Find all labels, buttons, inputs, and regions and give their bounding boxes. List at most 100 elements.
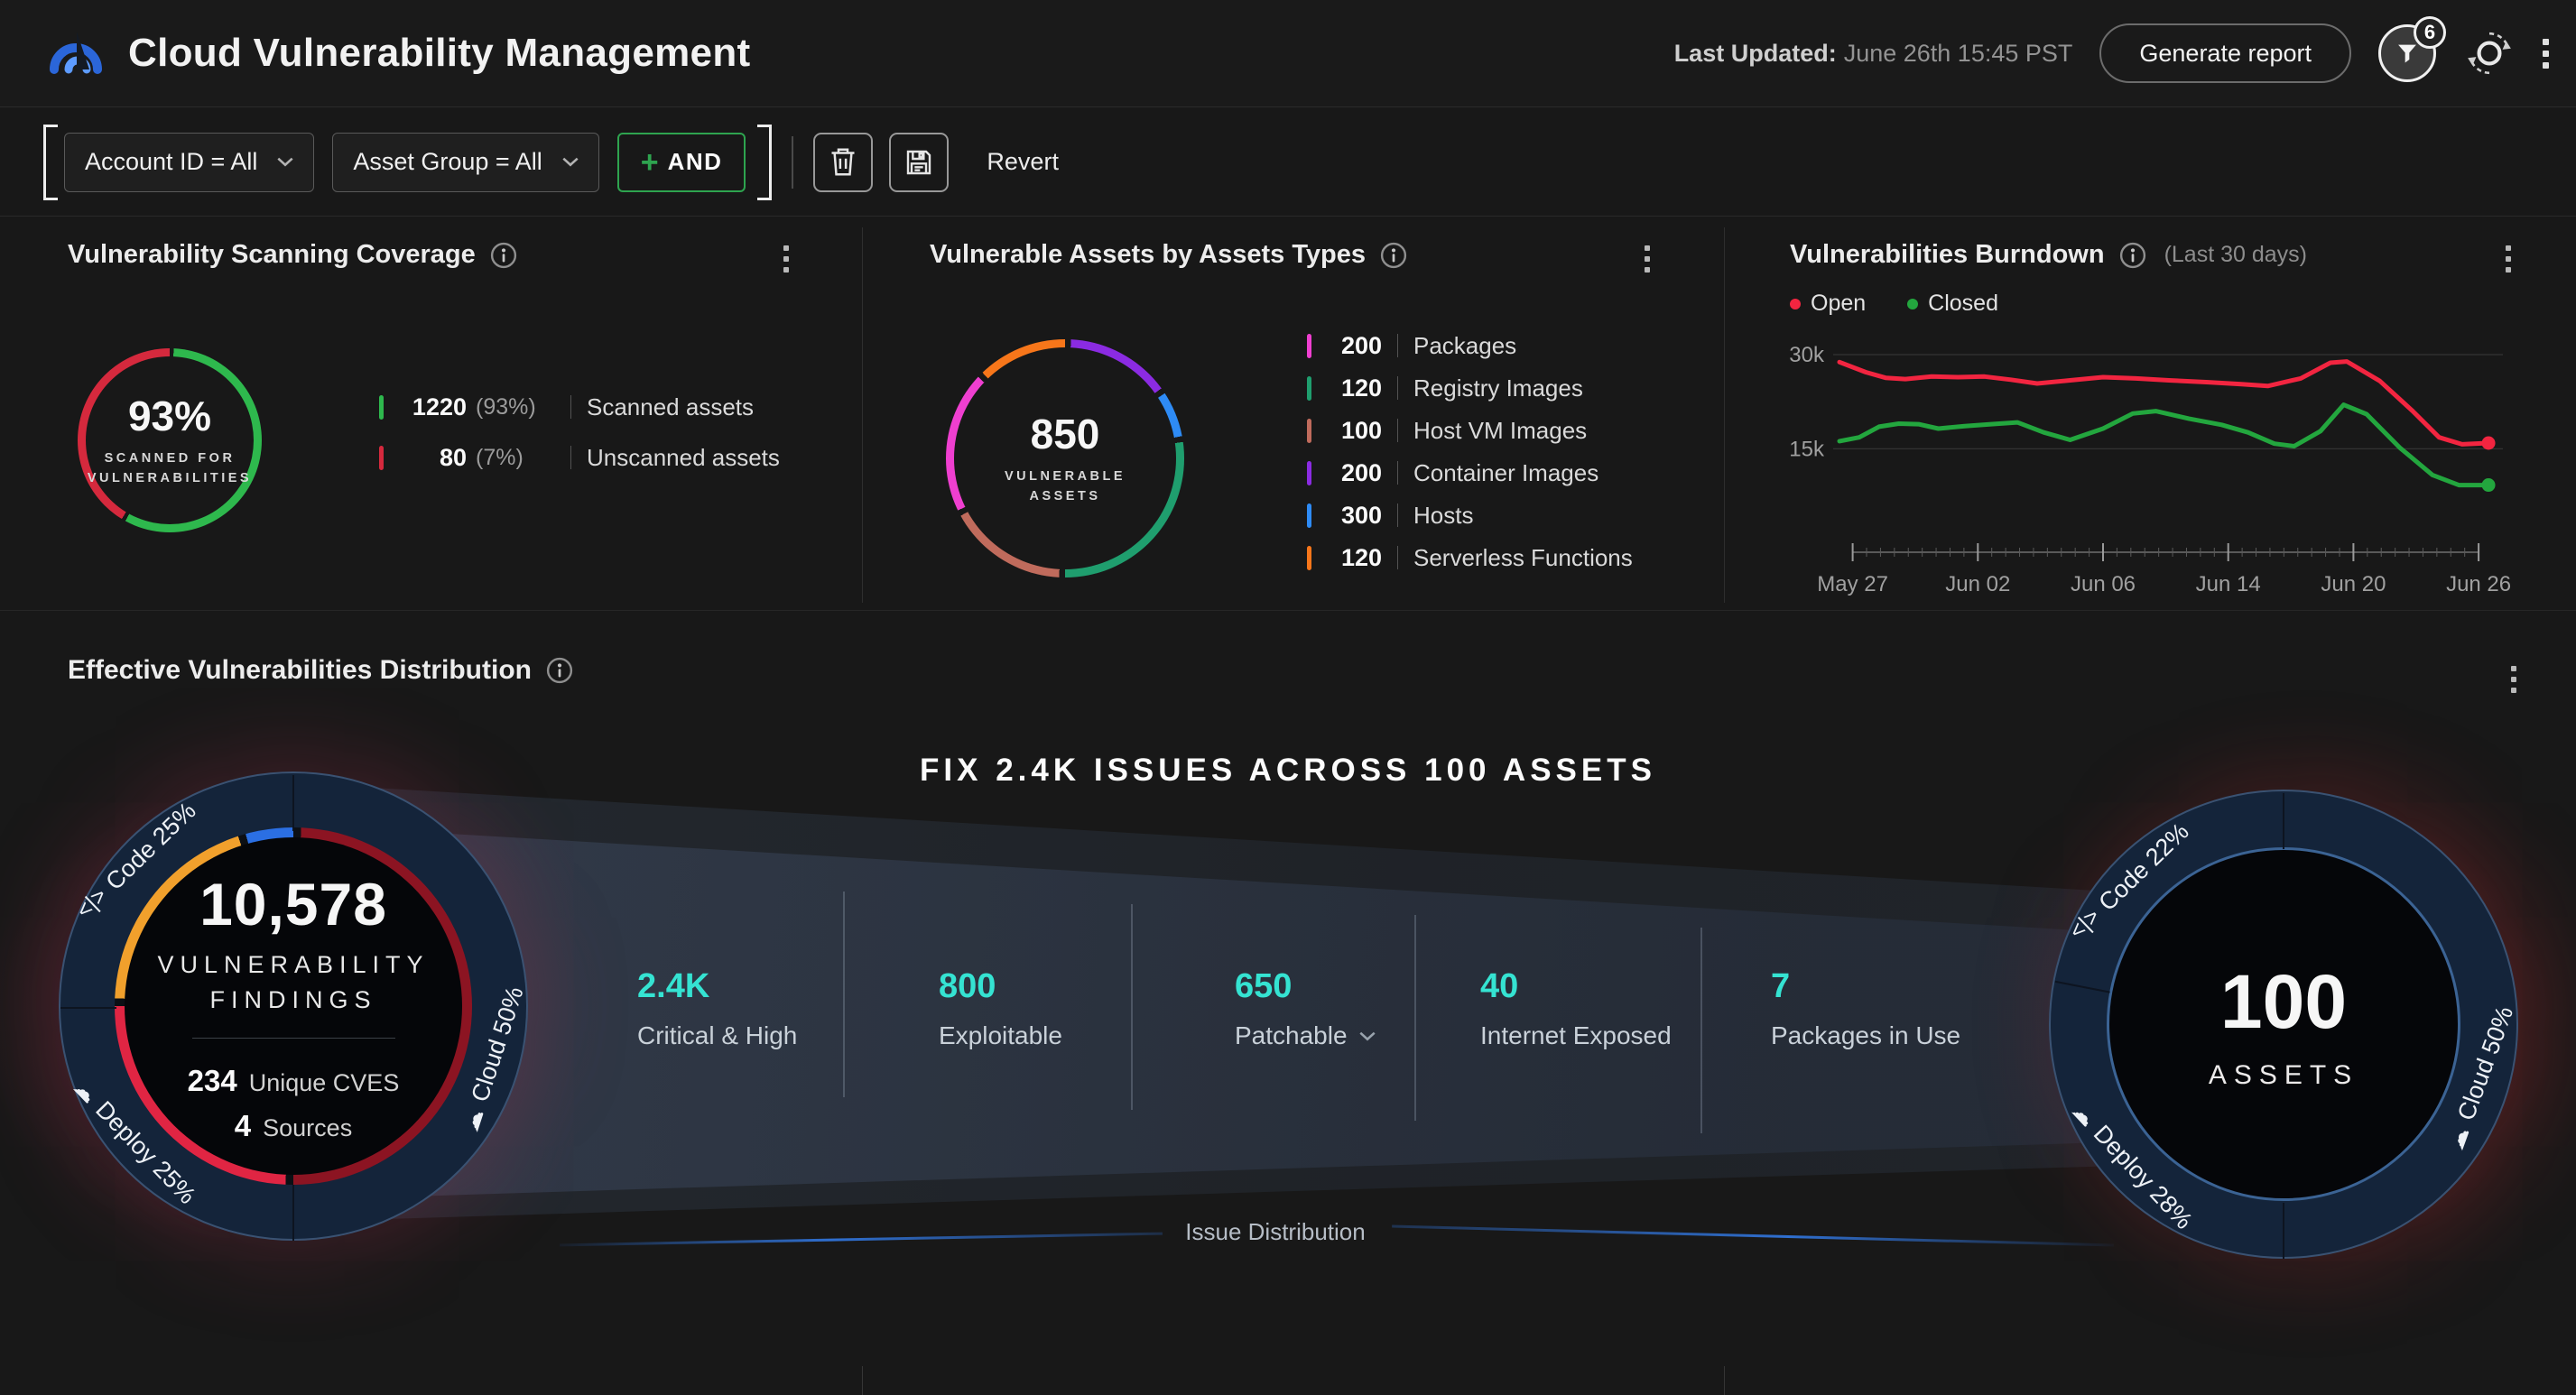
vulnerability-findings-gauge: 10,578 VULNERABILITY FINDINGS 234 Unique…: [59, 771, 528, 1241]
stat-label: Critical & High: [637, 1021, 797, 1050]
stat-value: 800: [939, 967, 1062, 1006]
legend-color-bar: [1307, 503, 1311, 528]
asset-types-donut: 850 VULNERABLE ASSETS: [946, 339, 1184, 577]
funnel-stat-exploitable: 800Exploitable: [939, 967, 1062, 1050]
filter-button[interactable]: 6: [2378, 24, 2436, 82]
chevron-down-icon: [562, 157, 579, 167]
funnel-stat-divider: [1414, 915, 1416, 1121]
cloud-vulnerability-dashboard: Cloud Vulnerability Management Last Upda…: [0, 0, 2576, 1395]
funnel-stat-critical-high: 2.4K Critical & High: [637, 967, 797, 1050]
svg-text:Jun 20: Jun 20: [2321, 572, 2386, 596]
stat-value: 650: [1235, 967, 1376, 1006]
legend-item[interactable]: 200Packages: [1307, 332, 1633, 359]
legend-item[interactable]: 80(7%)Unscanned assets: [379, 444, 780, 471]
findings-count: 10,578: [199, 870, 387, 938]
stat-value: 2.4K: [637, 967, 797, 1006]
legend-color-bar: [1307, 419, 1311, 443]
burndown-range-label: (Last 30 days): [2164, 242, 2307, 268]
generate-report-button[interactable]: Generate report: [2099, 23, 2351, 83]
bracket-left-decoration: [43, 125, 55, 200]
info-icon[interactable]: [1380, 242, 1407, 269]
svg-text:Jun 02: Jun 02: [1945, 572, 2010, 596]
legend-dot: [1790, 299, 1801, 309]
asset-types-menu[interactable]: [1645, 245, 1650, 273]
filter-chip-dropdown[interactable]: Asset Group = All: [332, 133, 598, 192]
panel-divider: [862, 227, 863, 603]
panel-title-asset-types: Vulnerable Assets by Assets Types: [930, 240, 1407, 270]
delete-filters-button[interactable]: [813, 133, 873, 192]
chevron-down-icon: [1359, 1031, 1376, 1041]
burndown-legend-item[interactable]: Closed: [1907, 291, 1998, 317]
asset-types-legend: 200Packages 120Registry Images 100Host VM …: [1307, 332, 1633, 587]
burndown-chart: 30k15kMay 27Jun 02Jun 06Jun 14Jun 20Jun …: [1790, 328, 2530, 598]
funnel-stat-divider: [843, 892, 845, 1097]
funnel-stat-internet-exposed: 40 Internet Exposed: [1480, 967, 1672, 1050]
filter-chip-dropdown[interactable]: Account ID = All: [64, 133, 314, 192]
refresh-button[interactable]: [2463, 27, 2516, 79]
funnel-stat-patchable[interactable]: 650 Patchable: [1235, 967, 1376, 1050]
panel-divider: [1724, 227, 1725, 603]
chevron-down-icon: [277, 157, 293, 167]
cloud-icon: ☁: [68, 1074, 103, 1109]
issue-distribution-label: Issue Distribution: [1163, 1218, 1388, 1246]
legend-dot: [1907, 299, 1918, 309]
issue-distribution-line-left: [560, 1233, 1163, 1247]
assets-gauge: 100 ASSETS <|>Code 22%☁Cloud 50%☁Deploy …: [2049, 790, 2518, 1259]
legend-color-bar: [379, 446, 384, 470]
header-kebab-menu[interactable]: [2543, 39, 2549, 69]
stat-label: Internet Exposed: [1480, 1021, 1672, 1050]
code-icon: <|>: [71, 882, 113, 924]
scanning-coverage-menu[interactable]: [783, 245, 789, 273]
assets-count: 100: [2220, 958, 2347, 1046]
issue-distribution-line-right: [1392, 1225, 2114, 1247]
save-icon: [904, 148, 933, 177]
svg-text:30k: 30k: [1790, 343, 1825, 367]
info-icon[interactable]: [2119, 242, 2146, 269]
funnel-stat-divider: [1700, 928, 1702, 1133]
legend-item[interactable]: 100Host VM Images: [1307, 417, 1633, 444]
svg-text:15k: 15k: [1790, 437, 1825, 461]
core-divider: [192, 1038, 395, 1039]
last-updated-value: June 26th 15:45 PST: [1844, 40, 2073, 67]
legend-item[interactable]: 300Hosts: [1307, 502, 1633, 529]
funnel-icon: [2395, 41, 2420, 66]
svg-text:May 27: May 27: [1817, 572, 1888, 596]
bracket-right-decoration: [760, 125, 772, 200]
last-updated: Last Updated: June 26th 15:45 PST: [1674, 40, 2073, 68]
gauge-ring-divider: [2283, 1203, 2284, 1259]
scan-pct-value: 93%: [128, 392, 211, 440]
gauge-ring-divider: [292, 1185, 294, 1241]
svg-text:Jun 26: Jun 26: [2446, 572, 2511, 596]
burndown-menu[interactable]: [2506, 245, 2511, 273]
section-divider: [0, 610, 2576, 611]
refresh-icon: [2465, 29, 2514, 78]
revert-button[interactable]: Revert: [987, 148, 1059, 176]
legend-item[interactable]: 120Registry Images: [1307, 374, 1633, 402]
legend-color-bar: [1307, 376, 1311, 401]
save-filters-button[interactable]: [889, 133, 949, 192]
svg-text:Jun 06: Jun 06: [2071, 572, 2136, 596]
legend-item[interactable]: 1220(93%)Scanned assets: [379, 393, 780, 420]
legend-color-bar: [379, 395, 384, 420]
stat-label: Packages in Use: [1771, 1021, 1960, 1050]
legend-item[interactable]: 120Serverless Functions: [1307, 544, 1633, 571]
info-icon[interactable]: [490, 242, 517, 269]
distribution-title: Effective Vulnerabilities Distribution: [68, 655, 573, 686]
asset-total-value: 850: [1031, 410, 1100, 458]
info-icon[interactable]: [546, 657, 573, 684]
add-and-filter-button[interactable]: + AND: [617, 133, 746, 192]
gauge-ring-divider: [2055, 981, 2110, 993]
stat-label: Patchable: [1235, 1021, 1376, 1050]
sources-stat: 4 Sources: [235, 1109, 352, 1143]
stat-value: 40: [1480, 967, 1672, 1006]
distribution-menu[interactable]: [2511, 666, 2516, 693]
last-updated-label: Last Updated:: [1674, 40, 1837, 67]
scanning-coverage-donut: 93% SCANNED FOR VULNERABILITIES: [78, 348, 262, 532]
gauge-ring-divider: [60, 1007, 116, 1009]
legend-item[interactable]: 200Container Images: [1307, 459, 1633, 486]
panel-title-burndown: Vulnerabilities Burndown (Last 30 days): [1790, 240, 2307, 270]
cloud-icon: ☁: [457, 1105, 489, 1135]
funnel-stat-packages-in-use: 7Packages in Use: [1771, 967, 1960, 1050]
toolbar-divider: [792, 136, 793, 189]
burndown-legend-item[interactable]: Open: [1790, 291, 1866, 317]
